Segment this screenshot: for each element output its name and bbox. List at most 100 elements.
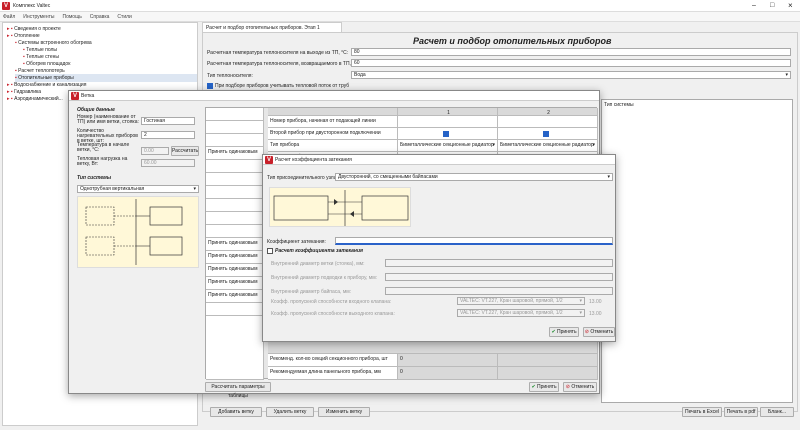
node-scheme — [269, 187, 411, 227]
coef-calc-label: Расчет коэффициента затекания — [275, 248, 363, 254]
coef-logo-icon: V — [265, 156, 273, 164]
accept-same-cell — [206, 160, 264, 173]
table-checkbox-cell[interactable] — [398, 128, 498, 140]
accept-same-cell — [206, 199, 264, 212]
t-ret-label: Расчетная температура теплоносителя, воз… — [207, 61, 360, 67]
branch-cancel-button[interactable]: ⊘ Отменить — [563, 382, 597, 392]
system-type-select[interactable]: Однотрубная вертикальная — [77, 185, 199, 193]
accept-same-button[interactable]: Принять одинаковым — [206, 290, 264, 303]
system-scheme — [77, 196, 199, 268]
d-branch-input[interactable] — [385, 259, 613, 267]
coef-input[interactable] — [335, 237, 613, 245]
branch-ok-button[interactable]: ✔ Принять — [529, 382, 559, 392]
device-count-input[interactable]: 2 — [141, 131, 195, 139]
accept-same-button[interactable]: Принять одинаковым — [206, 251, 264, 264]
system-scheme-drawing — [85, 199, 183, 265]
coef-calc-checkbox[interactable] — [267, 248, 273, 254]
system-type-caption: Тип системы — [604, 102, 634, 108]
delete-branch-button[interactable]: Удалить ветку — [266, 407, 314, 417]
table-cell[interactable] — [398, 116, 498, 128]
calculate-button[interactable]: Рассчитать — [171, 146, 199, 156]
heat-load-input[interactable]: 60.00 — [141, 159, 195, 167]
coef-cancel-button[interactable]: ⊘ Отменить — [583, 327, 615, 337]
general-caption: Общие данные — [77, 107, 115, 113]
coolant-select[interactable]: Вода — [351, 71, 791, 79]
device-checkbox[interactable] — [543, 131, 549, 137]
k-in-value: 13.00 — [589, 299, 602, 305]
table-cell: 0 — [398, 354, 498, 367]
table-row-label: Номер прибора, начиная от подающей линии — [268, 116, 398, 128]
table-header-cell — [268, 108, 398, 116]
coef-ok-button[interactable]: ✔ Принять — [549, 327, 579, 337]
coef-dialog: V Расчет коэффициента затекания Тип прис… — [262, 154, 616, 342]
k-in-label: Коэфф. пропускной способности входного к… — [271, 299, 392, 305]
coef-dialog-titlebar: V Расчет коэффициента затекания — [263, 155, 615, 165]
accept-same-cell — [206, 134, 264, 147]
k-out-value: 13.00 — [589, 311, 602, 317]
menu-item-0[interactable]: Файл — [3, 14, 15, 20]
accept-same-cell — [206, 108, 264, 121]
accept-same-button[interactable]: Принять одинаковым — [206, 277, 264, 290]
start-temp-input[interactable]: 0.00 — [141, 147, 169, 155]
tab-heating-devices[interactable]: Расчет и подбор отопительных приборов. Э… — [202, 22, 342, 32]
close-icon[interactable]: × — [788, 1, 793, 10]
print-excel-button[interactable]: Печать в Excel — [682, 407, 722, 417]
accept-same-cell — [206, 303, 264, 316]
t-out-label: Расчетная температура теплоносителя на в… — [207, 50, 349, 56]
calc-table-params-button[interactable]: Рассчитать параметры таблицы — [205, 382, 271, 399]
node-scheme-drawing — [273, 190, 409, 226]
table-checkbox-cell[interactable] — [498, 128, 598, 140]
column-header-2: 2 — [498, 108, 598, 116]
edit-branch-button[interactable]: Изменить ветку — [318, 407, 370, 417]
accept-same-cell — [206, 212, 264, 225]
accept-same-cell — [206, 186, 264, 199]
branch-name-label: Номер (наименование от ТП) или имя ветки… — [77, 114, 139, 125]
dialog-logo-icon: V — [71, 92, 79, 100]
node-type-select[interactable]: Двусторонний, со смещенными байпасами — [335, 173, 613, 181]
k-in-valve-select[interactable]: VALTEC: VT.227, Кран шаровой, прямой, 1/… — [457, 297, 585, 305]
minimize-icon[interactable]: – — [752, 2, 756, 9]
k-out-label: Коэфф. пропускной способности выходного … — [271, 311, 395, 317]
maximize-icon[interactable]: □ — [770, 2, 774, 9]
coef-label: Коэффициент затекания: — [267, 239, 326, 245]
accept-same-button[interactable]: Принять одинаковым — [206, 264, 264, 277]
menu-bar: Файл Инструменты Помощь Справка Стили — [0, 12, 800, 22]
coef-dialog-title: Расчет коэффициента затекания — [275, 157, 352, 163]
branch-name-input[interactable]: Гостиная — [141, 117, 195, 125]
d-bypass-label: Внутренний диаметр байпаса, мм: — [271, 289, 352, 295]
window-title: Комплекс Valtec — [13, 3, 51, 9]
heat-flow-checkbox[interactable] — [207, 83, 213, 89]
tree-node-icon: ▸ ▪ — [7, 96, 15, 102]
table-cell[interactable]: Биметаллические секционные радиатор — [498, 140, 598, 152]
table-cell[interactable]: Биметаллические секционные радиатор — [398, 140, 498, 152]
system-type-panel: Тип системы — [601, 99, 793, 403]
table-row-label: Второй прибор при двусторонном подключен… — [268, 128, 398, 140]
d-bypass-input[interactable] — [385, 287, 613, 295]
k-out-valve-select[interactable]: VALTEC: VT.227, Кран шаровой, прямой, 1/… — [457, 309, 585, 317]
d-supply-input[interactable] — [385, 273, 613, 281]
accept-same-button[interactable]: Принять одинаковым — [206, 238, 264, 251]
t-ret-input[interactable]: 60 — [351, 59, 791, 67]
tree-item[interactable]: ▸ ▪ Аэродинамический... — [7, 95, 63, 103]
table-row-label: Рекоменд. кол-во секций секционного приб… — [268, 354, 398, 367]
column-header-1: 1 — [398, 108, 498, 116]
heat-flow-label: При подборе приборов учитывать тепловой … — [215, 83, 350, 89]
d-branch-label: Внутренний диаметр ветки (стояка), мм: — [271, 261, 365, 267]
menu-item-4[interactable]: Стили — [117, 14, 131, 20]
add-branch-button[interactable]: Добавить ветку — [210, 407, 262, 417]
accept-same-button[interactable]: Принять одинаковым — [206, 147, 264, 160]
menu-item-1[interactable]: Инструменты — [23, 14, 54, 20]
coolant-label: Тип теплоносителя: — [207, 73, 253, 79]
table-cell[interactable] — [498, 116, 598, 128]
print-pdf-button[interactable]: Печать в pdf — [724, 407, 758, 417]
device-checkbox[interactable] — [443, 131, 449, 137]
heat-load-label: Тепловая нагрузка на ветку, Вт: — [77, 156, 128, 167]
menu-item-2[interactable]: Помощь — [62, 14, 81, 20]
t-out-input[interactable]: 80 — [351, 48, 791, 56]
branch-dialog-titlebar: V Ветка — [69, 91, 599, 101]
blank-button[interactable]: Бланк... — [760, 407, 794, 417]
page-title: Расчет и подбор отопительных приборов — [413, 36, 612, 46]
app-logo-icon: V — [2, 2, 10, 10]
menu-item-3[interactable]: Справка — [90, 14, 110, 20]
accept-same-cell — [206, 121, 264, 134]
